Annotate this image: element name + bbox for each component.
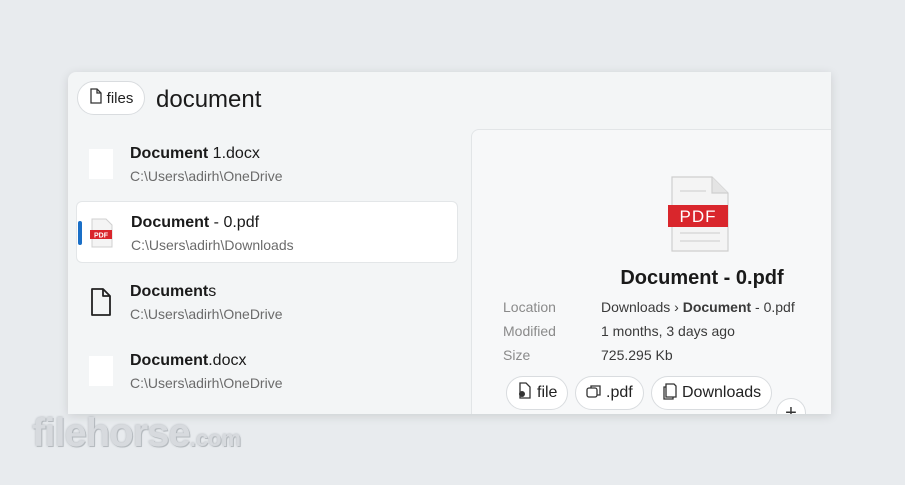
pdf-icon: PDF: [89, 217, 115, 249]
folder-file-icon: [88, 286, 114, 318]
search-bar: files: [68, 72, 831, 128]
result-path: C:\Users\adirh\Downloads: [131, 237, 294, 253]
copy-icon: [586, 383, 602, 404]
file-icon: [89, 88, 103, 108]
location-value: Downloads › Document - 0.pdf: [601, 299, 795, 315]
location-label: Location: [503, 299, 556, 315]
result-title: Document.docx: [130, 352, 247, 369]
preview-file-name: Document - 0.pdf: [620, 267, 784, 289]
list-item[interactable]: Documents C:\Users\adirh\OneDrive: [76, 271, 458, 333]
results-list: Document 1.docx C:\Users\adirh\OneDrive …: [76, 130, 460, 414]
list-item[interactable]: PDF Document - 0.pdf C:\Users\adirh\Down…: [76, 201, 458, 263]
result-path: C:\Users\adirh\OneDrive: [130, 168, 283, 184]
chip-label: file: [537, 384, 558, 401]
result-path: C:\Users\adirh\OneDrive: [130, 375, 283, 391]
size-label: Size: [503, 347, 531, 363]
search-input[interactable]: [156, 82, 756, 118]
chip-label: Downloads: [682, 384, 762, 401]
result-title: Document - 0.pdf: [131, 214, 260, 231]
chip-label: .pdf: [606, 384, 633, 401]
preview-pane: PDF Document - 0.pdf Location Downloads …: [471, 129, 831, 414]
filter-chip-label: files: [106, 89, 134, 107]
svg-text:PDF: PDF: [94, 233, 109, 240]
add-filter-button[interactable]: +: [776, 398, 806, 414]
docx-blank-icon: [88, 355, 114, 387]
file-search-icon: [517, 381, 533, 405]
svg-text:PDF: PDF: [680, 207, 717, 226]
list-item[interactable]: Document.docx C:\Users\adirh\OneDrive: [76, 340, 458, 402]
chip-file[interactable]: file: [506, 376, 569, 410]
chip-folder[interactable]: Downloads: [651, 376, 773, 410]
modified-label: Modified: [503, 323, 556, 339]
result-title: Document 1.docx: [130, 145, 260, 162]
docx-blank-icon: [88, 148, 114, 180]
launcher-window: files Document 1.docx C:\Users\adirh\One…: [68, 72, 831, 414]
selection-indicator: [78, 221, 82, 245]
list-item[interactable]: Document 1.docx C:\Users\adirh\OneDrive: [76, 133, 458, 195]
filter-chip-files[interactable]: files: [77, 81, 145, 115]
result-title: Documents: [130, 283, 217, 300]
result-path: C:\Users\adirh\OneDrive: [130, 306, 283, 322]
size-value: 725.295 Kb: [601, 347, 673, 363]
modified-value: 1 months, 3 days ago: [601, 323, 735, 339]
chip-extension[interactable]: .pdf: [575, 376, 644, 410]
watermark-logo: filehorse.com: [32, 411, 242, 455]
pdf-icon: PDF: [668, 175, 732, 253]
folder-copy-icon: [662, 382, 678, 405]
